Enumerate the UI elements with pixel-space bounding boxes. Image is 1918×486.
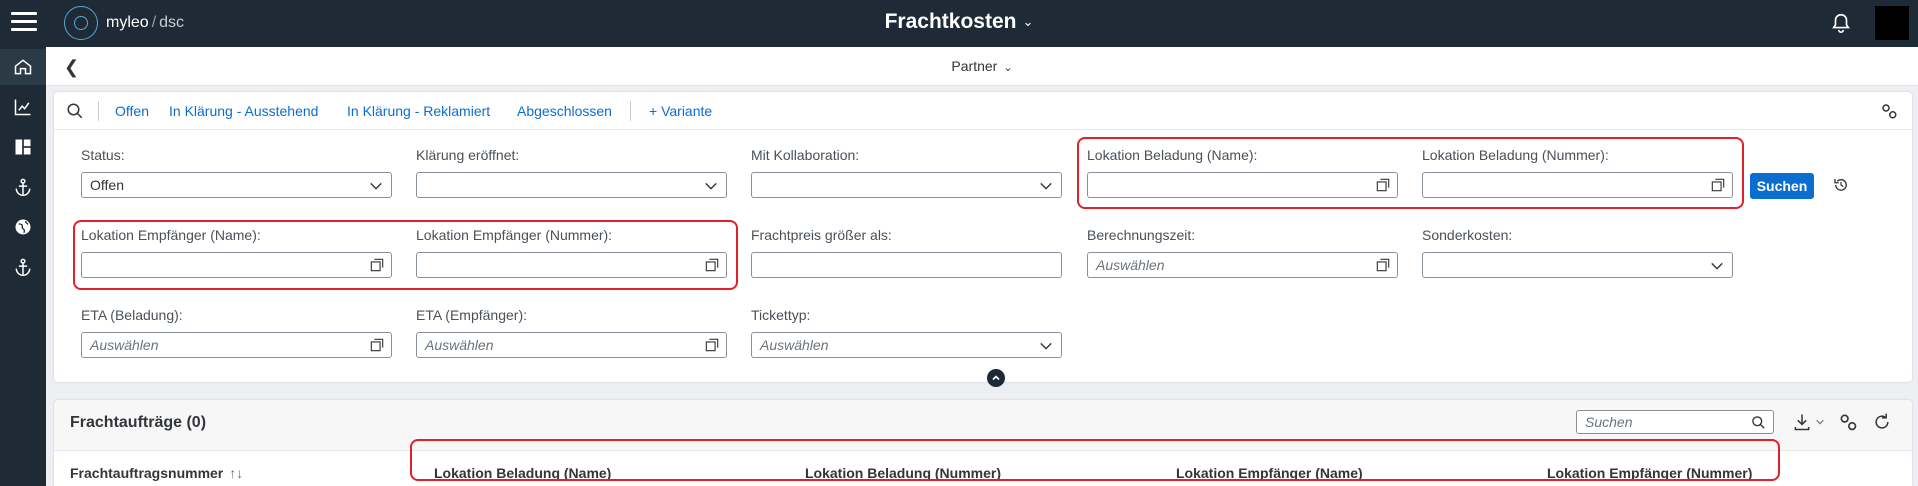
value-help-icon[interactable] — [1711, 178, 1725, 192]
variant-bar: Offen In Klärung - Ausstehend In Klärung… — [54, 92, 1912, 130]
status-select[interactable]: Offen — [81, 172, 392, 198]
anchor-icon[interactable] — [0, 169, 46, 205]
lokation-empfaenger-name-input[interactable] — [81, 252, 392, 278]
chevron-down-icon — [370, 182, 382, 190]
kollaboration-select[interactable] — [751, 172, 1062, 198]
table-header: Frachtauftragsnummer ↑↓ Lokation Beladung… — [54, 450, 1912, 486]
brand-name: myleo — [106, 14, 149, 31]
klaerung-label: Klärung eröffnet: — [416, 147, 520, 163]
berechnungszeit-label: Berechnungszeit: — [1087, 227, 1196, 243]
sort-icon[interactable]: ↑↓ — [229, 465, 243, 481]
frachtpreis-label: Frachtpreis größer als: — [751, 227, 892, 243]
eta-empfaenger-label: ETA (Empfänger): — [416, 307, 528, 323]
sonderkosten-select[interactable] — [1422, 252, 1733, 278]
add-variant-button[interactable]: + Variante — [649, 103, 712, 119]
search-button[interactable]: Suchen — [1750, 173, 1814, 199]
table-search-placeholder: Suchen — [1585, 414, 1633, 430]
eta-beladung-placeholder: Auswählen — [90, 337, 159, 353]
tab-klaerung-reklamiert[interactable]: In Klärung - Reklamiert — [347, 103, 490, 119]
collapse-filter-button[interactable] — [987, 369, 1005, 387]
eta-beladung-input[interactable]: Auswählen — [81, 332, 392, 358]
divider — [98, 101, 99, 121]
page-subheader: ❮ Partner ⌄ — [46, 47, 1918, 86]
lokation-beladung-name-label: Lokation Beladung (Name): — [1087, 147, 1258, 163]
berechnungszeit-input[interactable]: Auswählen — [1087, 252, 1398, 278]
value-help-icon[interactable] — [1376, 178, 1390, 192]
chevron-down-icon — [1711, 262, 1723, 270]
anchor-icon[interactable] — [0, 249, 46, 285]
partner-label: Partner — [951, 58, 998, 74]
value-help-icon[interactable] — [705, 338, 719, 352]
download-icon[interactable] — [1792, 412, 1812, 432]
lokation-beladung-nummer-label: Lokation Beladung (Nummer): — [1422, 147, 1609, 163]
bell-icon[interactable] — [1830, 12, 1852, 34]
brand-logo[interactable]: myleo / dsc — [64, 6, 184, 40]
reset-icon[interactable] — [1832, 176, 1850, 194]
lokation-beladung-nummer-input[interactable] — [1422, 172, 1733, 198]
value-help-icon[interactable] — [1376, 258, 1390, 272]
refresh-icon[interactable] — [1872, 412, 1892, 432]
value-help-icon[interactable] — [370, 258, 384, 272]
status-value: Offen — [90, 177, 124, 193]
tab-offen[interactable]: Offen — [115, 103, 149, 119]
chevron-down-icon — [705, 182, 717, 190]
table-title: Frachtaufträge (0) — [70, 414, 207, 431]
results-table: Frachtaufträge (0) Suchen Frachtauftrags… — [54, 400, 1912, 486]
sonderkosten-label: Sonderkosten: — [1422, 227, 1513, 243]
home-icon[interactable] — [0, 49, 46, 85]
kollaboration-label: Mit Kollaboration: — [751, 147, 860, 163]
menu-icon[interactable] — [11, 12, 37, 32]
chevron-down-icon[interactable] — [1814, 412, 1826, 432]
berechnungszeit-placeholder: Auswählen — [1096, 257, 1165, 273]
lokation-empfaenger-nummer-label: Lokation Empfänger (Nummer): — [416, 227, 613, 243]
settings-icon[interactable] — [1880, 102, 1898, 120]
status-label: Status: — [81, 147, 125, 163]
tab-klaerung-ausstehend[interactable]: In Klärung - Ausstehend — [169, 103, 318, 119]
tickettyp-placeholder: Auswählen — [760, 337, 829, 353]
table-search-input[interactable]: Suchen — [1576, 410, 1774, 434]
column-header-lokation-beladung-nummer[interactable]: Lokation Beladung (Nummer) — [805, 465, 1001, 481]
logo-icon — [64, 6, 98, 40]
eta-empfaenger-input[interactable]: Auswählen — [416, 332, 727, 358]
chevron-down-icon — [1040, 182, 1052, 190]
column-header-lokation-beladung-name[interactable]: Lokation Beladung (Name) — [434, 465, 611, 481]
partner-selector[interactable]: Partner ⌄ — [46, 58, 1918, 74]
chevron-up-icon — [992, 375, 1000, 381]
column-header-lokation-empfaenger-name[interactable]: Lokation Empfänger (Name) — [1176, 465, 1363, 481]
analytics-icon[interactable] — [0, 89, 46, 125]
klaerung-select[interactable] — [416, 172, 727, 198]
divider — [630, 101, 631, 121]
dashboard-icon[interactable] — [0, 129, 46, 165]
app-title-text: Frachtkosten — [884, 10, 1017, 33]
brand-sub: dsc — [159, 14, 185, 31]
lokation-empfaenger-name-label: Lokation Empfänger (Name): — [81, 227, 261, 243]
tickettyp-label: Tickettyp: — [751, 307, 811, 323]
lokation-beladung-name-input[interactable] — [1087, 172, 1398, 198]
eta-beladung-label: ETA (Beladung): — [81, 307, 183, 323]
search-icon[interactable] — [66, 102, 84, 120]
tickettyp-select[interactable]: Auswählen — [751, 332, 1062, 358]
settings-icon[interactable] — [1838, 412, 1858, 432]
value-help-icon[interactable] — [705, 258, 719, 272]
search-icon[interactable] — [1751, 415, 1766, 430]
column-header-label: Frachtauftragsnummer — [70, 465, 224, 481]
globe-icon[interactable] — [0, 209, 46, 245]
chevron-down-icon: ⌄ — [1003, 62, 1013, 74]
column-header-frachtauftragsnummer[interactable]: Frachtauftragsnummer ↑↓ — [70, 465, 243, 481]
eta-empfaenger-placeholder: Auswählen — [425, 337, 494, 353]
tab-abgeschlossen[interactable]: Abgeschlossen — [517, 103, 612, 119]
column-header-lokation-empfaenger-nummer[interactable]: Lokation Empfänger (Nummer) — [1547, 465, 1752, 481]
side-navigation — [0, 47, 46, 486]
chevron-down-icon[interactable]: ⌄ — [1022, 14, 1033, 30]
value-help-icon[interactable] — [370, 338, 384, 352]
frachtpreis-input[interactable] — [751, 252, 1062, 278]
chevron-down-icon — [1040, 342, 1052, 350]
avatar[interactable] — [1875, 6, 1909, 40]
app-title: Frachtkosten ⌄ — [0, 10, 1918, 34]
lokation-empfaenger-nummer-input[interactable] — [416, 252, 727, 278]
shell-bar: myleo / dsc Frachtkosten ⌄ — [0, 0, 1918, 47]
brand-separator: / — [151, 14, 157, 31]
